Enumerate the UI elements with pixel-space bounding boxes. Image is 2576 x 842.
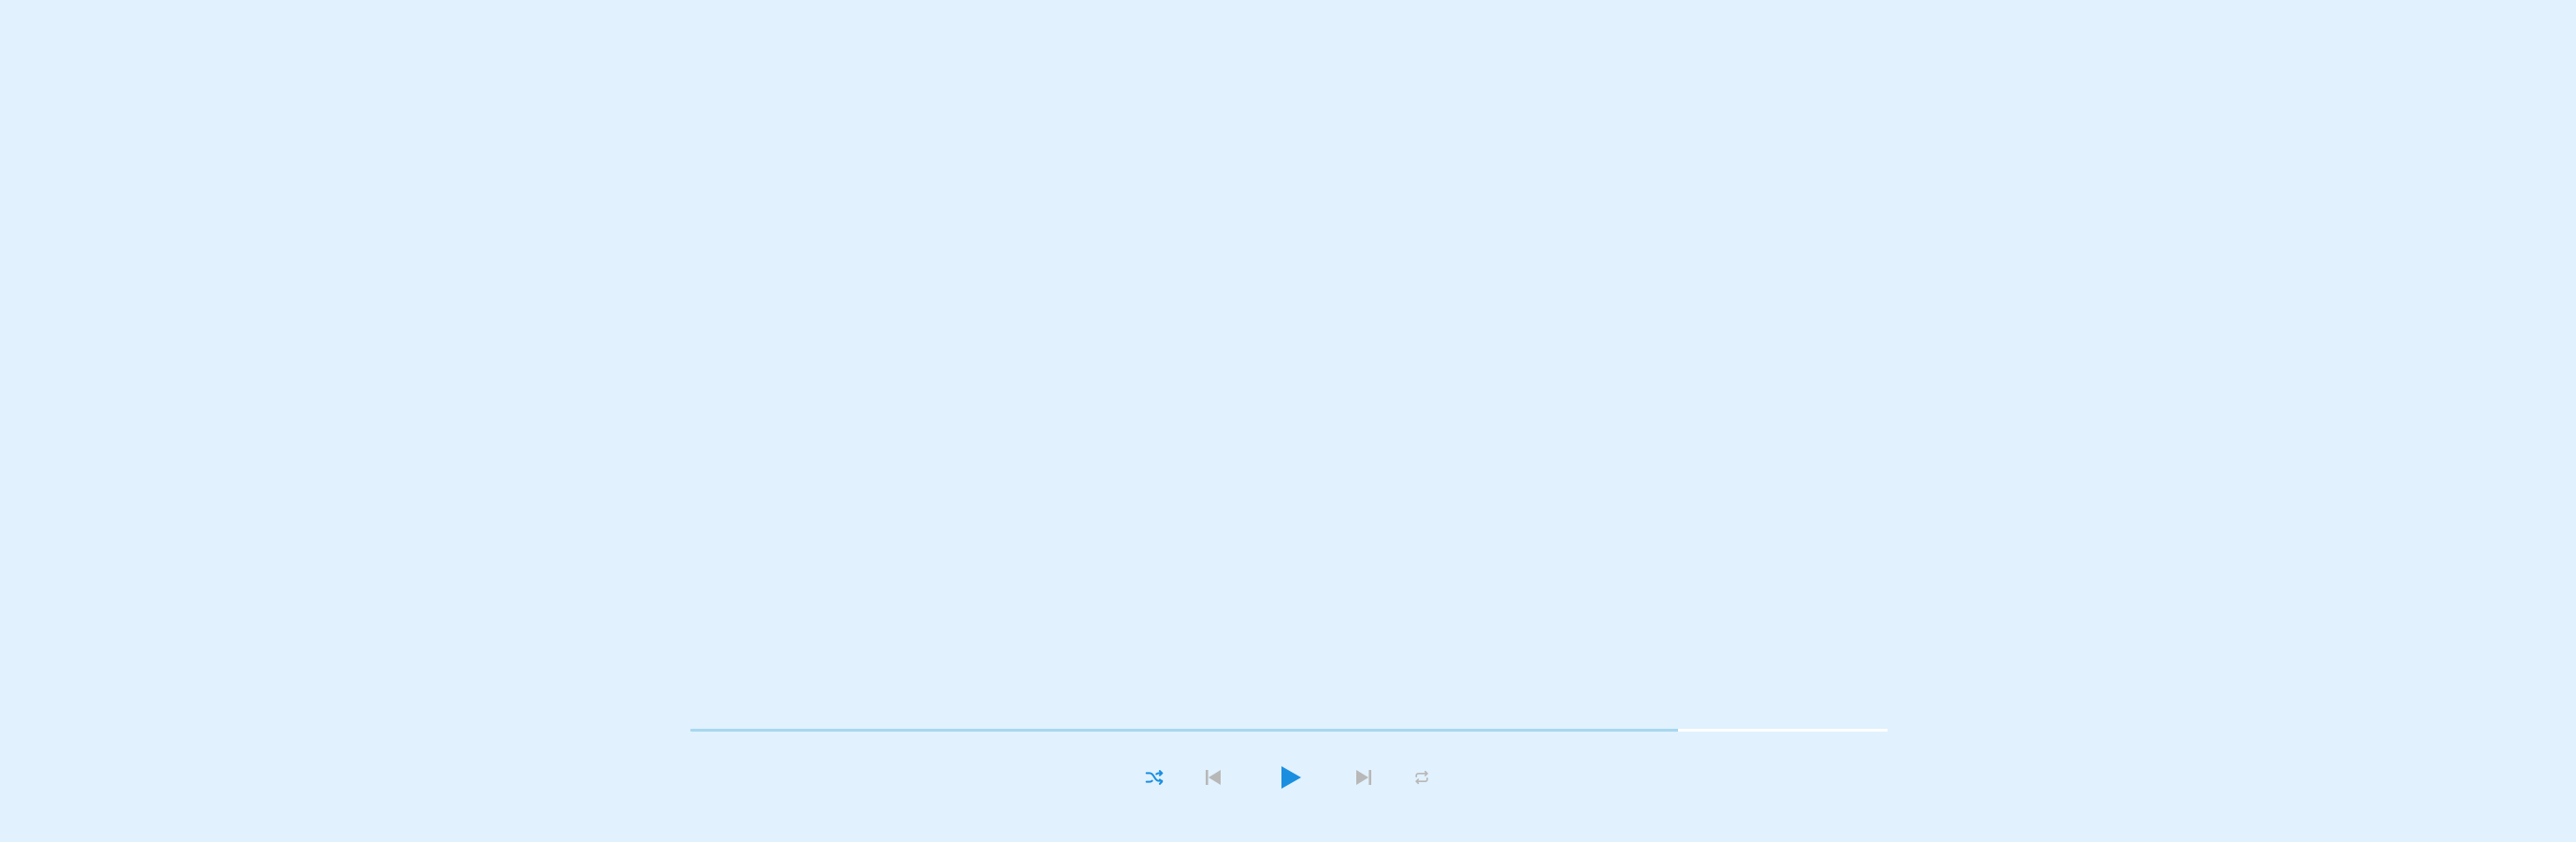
play-icon	[1279, 764, 1303, 791]
repeat-button[interactable]	[1407, 755, 1437, 800]
play-button[interactable]	[1272, 755, 1310, 800]
progress-bar-fill	[690, 729, 1678, 732]
shuffle-button[interactable]	[1139, 755, 1169, 800]
next-button[interactable]	[1349, 755, 1379, 800]
skip-previous-icon	[1204, 768, 1223, 787]
repeat-icon	[1412, 768, 1431, 787]
shuffle-icon	[1144, 767, 1165, 788]
previous-button[interactable]	[1198, 755, 1228, 800]
progress-bar[interactable]	[690, 729, 1888, 732]
playback-controls	[0, 755, 2576, 800]
skip-next-icon	[1354, 768, 1373, 787]
music-player	[0, 0, 2576, 842]
